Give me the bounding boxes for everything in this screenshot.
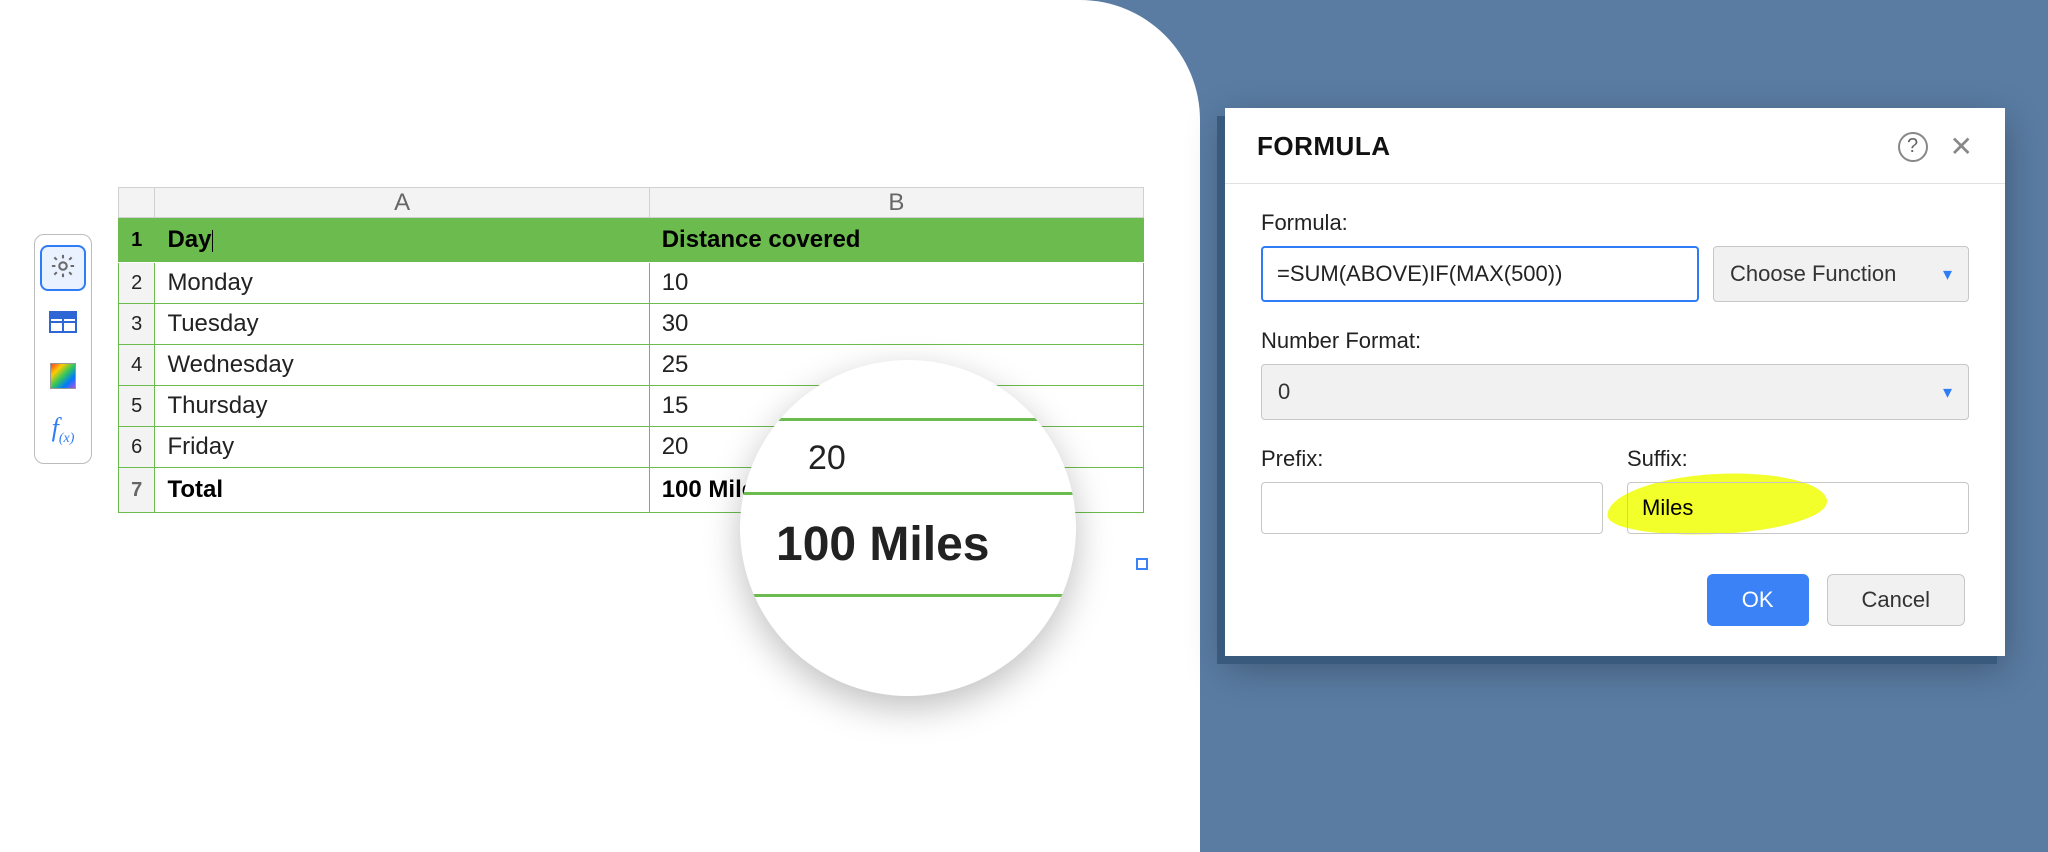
prefix-input[interactable] — [1261, 482, 1603, 534]
row-header[interactable]: 1 — [119, 218, 155, 263]
dialog-header: FORMULA ? ✕ — [1225, 108, 2005, 183]
chevron-down-icon: ▾ — [1943, 382, 1952, 403]
divider — [1225, 183, 2005, 184]
gear-icon — [49, 252, 77, 285]
row-header[interactable]: 4 — [119, 345, 155, 386]
choose-function-label: Choose Function — [1730, 261, 1896, 287]
col-header-a[interactable]: A — [155, 188, 649, 218]
cell-total-label[interactable]: Total — [155, 468, 649, 513]
chevron-down-icon: ▾ — [1943, 264, 1952, 285]
number-format-label: Number Format: — [1261, 328, 1969, 354]
number-format-dropdown[interactable]: 0 ▾ — [1261, 364, 1969, 420]
row-header[interactable]: 5 — [119, 386, 155, 427]
choose-function-dropdown[interactable]: Choose Function ▾ — [1713, 246, 1969, 302]
left-toolbar: f(x) — [34, 234, 92, 464]
table-row: 4 Wednesday 25 — [119, 345, 1144, 386]
cell-distance[interactable]: 30 — [649, 304, 1143, 345]
suffix-label: Suffix: — [1627, 446, 1969, 472]
formula-button[interactable]: f(x) — [40, 407, 86, 453]
formula-dialog: FORMULA ? ✕ Formula: Choose Function ▾ N… — [1225, 108, 2005, 656]
column-header-row: A B — [119, 188, 1144, 218]
header-day-cell[interactable]: Day — [155, 218, 649, 263]
header-distance-cell[interactable]: Distance covered — [649, 218, 1143, 263]
suffix-input[interactable] — [1627, 482, 1969, 534]
cell-day[interactable]: Friday — [155, 427, 649, 468]
corner-cell[interactable] — [119, 188, 155, 218]
row-header[interactable]: 2 — [119, 263, 155, 304]
cell-distance[interactable]: 10 — [649, 263, 1143, 304]
prefix-label: Prefix: — [1261, 446, 1603, 472]
row-header[interactable]: 6 — [119, 427, 155, 468]
cell-day[interactable]: Monday — [155, 263, 649, 304]
dialog-title: FORMULA — [1257, 131, 1390, 162]
magnifier-lens: 20 100 Miles — [740, 360, 1076, 696]
cell-day[interactable]: Tuesday — [155, 304, 649, 345]
row-header[interactable]: 7 — [119, 468, 155, 513]
selection-handle[interactable] — [1136, 558, 1148, 570]
table-button[interactable] — [40, 299, 86, 345]
table-icon — [49, 311, 77, 333]
row-header[interactable]: 3 — [119, 304, 155, 345]
col-header-b[interactable]: B — [649, 188, 1143, 218]
color-icon — [50, 363, 76, 389]
table-row: 3 Tuesday 30 — [119, 304, 1144, 345]
fx-icon: f(x) — [52, 413, 75, 447]
close-icon[interactable]: ✕ — [1950, 130, 1973, 163]
help-icon[interactable]: ? — [1898, 132, 1928, 162]
cell-day[interactable]: Wednesday — [155, 345, 649, 386]
formula-input[interactable] — [1261, 246, 1699, 302]
table-row: 2 Monday 10 — [119, 263, 1144, 304]
table-row: 1 Day Distance covered — [119, 218, 1144, 263]
magnified-total-value: 100 Miles — [740, 492, 1076, 597]
settings-button[interactable] — [40, 245, 86, 291]
left-panel: f(x) A B 1 Day Distance covered 2 Monday… — [0, 0, 1200, 852]
number-format-value: 0 — [1278, 379, 1290, 405]
formula-label: Formula: — [1261, 210, 1969, 236]
cancel-button[interactable]: Cancel — [1827, 574, 1965, 626]
magnified-row-value: 20 — [740, 418, 1076, 492]
cell-day[interactable]: Thursday — [155, 386, 649, 427]
color-button[interactable] — [40, 353, 86, 399]
ok-button[interactable]: OK — [1707, 574, 1809, 626]
